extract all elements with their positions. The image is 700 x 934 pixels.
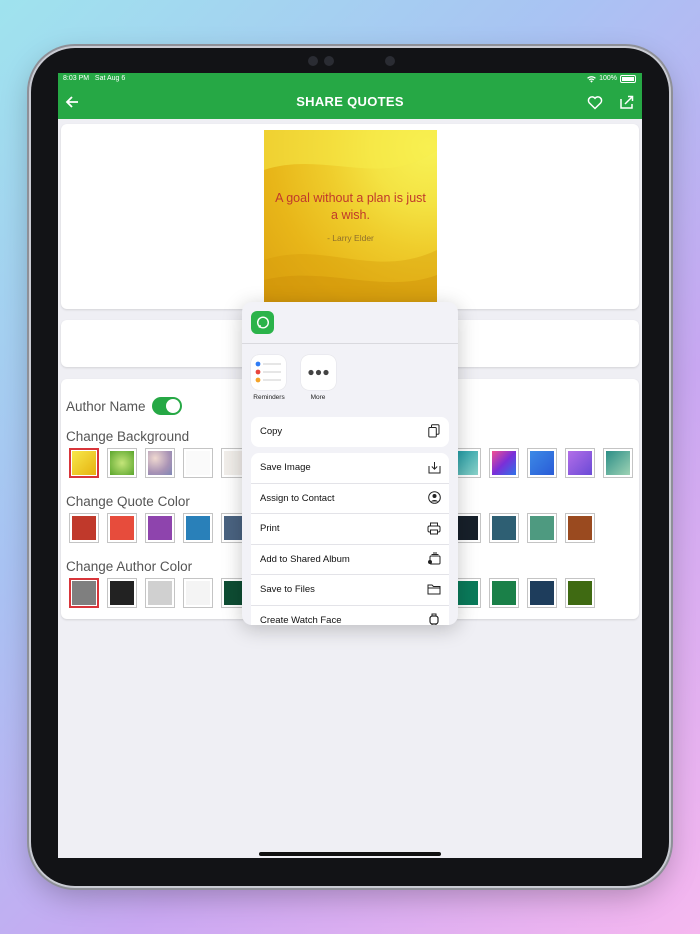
author-color-swatch[interactable] [145,578,175,608]
print-label: Print [260,523,280,534]
shared-album-label: Add to Shared Album [260,553,350,565]
watch-face-action[interactable]: Create Watch Face [251,606,449,626]
author-color-swatch[interactable] [527,578,557,608]
save-files-label: Save to Files [260,584,315,595]
copy-icon [427,424,441,438]
share-icon[interactable] [617,92,637,112]
wifi-icon [587,75,596,83]
background-swatch[interactable] [603,448,633,478]
status-date: Sat Aug 6 [94,75,126,82]
reminders-icon[interactable] [251,355,286,390]
author-color-swatch[interactable] [565,578,595,608]
print-action[interactable]: Print [251,514,449,545]
action-list: Save Image Assign to Contact Print Add t… [251,453,449,625]
battery-percent: 100% [599,75,617,82]
battery-icon [620,75,636,83]
watch-icon [427,613,441,625]
author-name-label: Author Name [66,399,146,414]
quote-image: A goal without a plan is just a wish. - … [264,130,437,302]
message-app-icon[interactable] [251,311,274,334]
change-background-label: Change Background [66,429,190,444]
save-image-label: Save Image [260,462,311,473]
copy-group: Copy [251,417,449,447]
background-swatch[interactable] [489,448,519,478]
background-swatch[interactable] [145,448,175,478]
background-swatch[interactable] [527,448,557,478]
more-icon[interactable] [301,355,336,390]
background-swatch[interactable] [183,448,213,478]
contact-icon [427,491,441,505]
save-files-action[interactable]: Save to Files [251,575,449,606]
author-color-swatch[interactable] [183,578,213,608]
status-bar: 8:03 PM Sat Aug 6 100% [58,73,642,85]
background-swatch[interactable] [565,448,595,478]
camera-dot [308,56,318,66]
quote-color-swatch[interactable] [489,513,519,543]
heart-icon[interactable] [585,92,605,112]
status-time: 8:03 PM [63,75,90,82]
reminders-label: Reminders [253,394,285,401]
share-sheet: Reminders More Copy Save Image Assign to… [242,302,458,625]
shared-album-icon [427,552,441,566]
assign-contact-action[interactable]: Assign to Contact [251,484,449,514]
quote-color-swatch[interactable] [527,513,557,543]
watch-face-label: Create Watch Face [260,614,342,626]
background-swatch[interactable] [69,448,99,478]
app-screen: 8:03 PM Sat Aug 6 100% SHARE QUOTES A go… [58,73,642,858]
nav-bar: SHARE QUOTES [58,85,642,119]
change-quote-color-label: Change Quote Color [66,494,190,509]
shared-album-action[interactable]: Add to Shared Album [251,545,449,575]
author-color-swatch[interactable] [107,578,137,608]
save-image-action[interactable]: Save Image [251,453,449,484]
home-indicator [259,852,441,856]
quote-color-swatch[interactable] [183,513,213,543]
assign-contact-label: Assign to Contact [260,492,335,504]
author-color-swatch[interactable] [489,578,519,608]
more-label: More [310,394,326,401]
background-swatch[interactable] [107,448,137,478]
save-image-icon [427,460,441,474]
share-sheet-header [242,302,458,344]
author-name-toggle[interactable] [152,397,182,415]
printer-icon [427,521,441,535]
camera-dot [385,56,395,66]
quote-color-swatch[interactable] [565,513,595,543]
page-title: SHARE QUOTES [296,94,404,109]
quote-color-swatch[interactable] [69,513,99,543]
change-author-color-label: Change Author Color [66,559,193,574]
camera-dot [324,56,334,66]
folder-icon [427,582,441,596]
copy-action[interactable]: Copy [251,417,449,447]
quote-color-swatch[interactable] [107,513,137,543]
quote-color-swatch[interactable] [145,513,175,543]
author-color-swatch[interactable] [69,578,99,608]
quote-author: - Larry Elder [327,233,374,243]
copy-label: Copy [260,426,283,437]
quote-text: A goal without a plan is just a wish. [275,191,426,222]
